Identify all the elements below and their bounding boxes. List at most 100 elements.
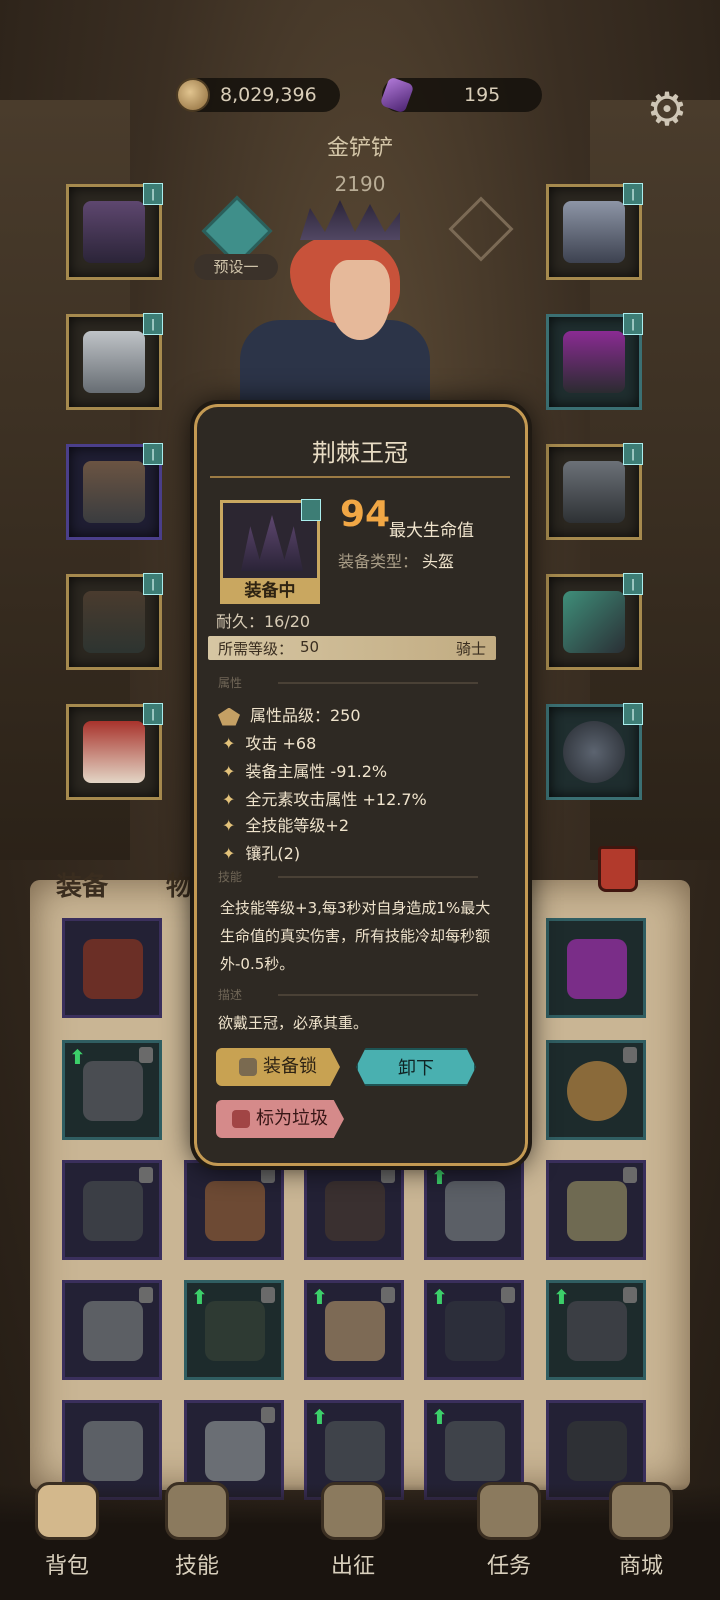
main-stat-label: 最大生命值 (389, 521, 474, 541)
expedition-icon (321, 1482, 385, 1540)
player-name: 金铲铲 (326, 136, 393, 161)
inventory-slot[interactable] (304, 1160, 404, 1260)
inventory-slot[interactable] (62, 918, 162, 1018)
main-stat-value: 94 (340, 494, 391, 535)
helmet-icon (567, 1421, 627, 1481)
inventory-slot[interactable]: ⬆ (546, 1280, 646, 1380)
equip-slot-gloves[interactable]: ǀ (66, 443, 163, 540)
armor-icon (205, 1301, 265, 1361)
glove-icon (205, 1181, 265, 1241)
inventory-slot[interactable] (546, 1040, 646, 1140)
skills-icon (165, 1482, 229, 1540)
item-title: 荆棘王冠 (210, 428, 510, 478)
hero-character (230, 200, 430, 420)
glove-icon (83, 461, 145, 523)
settings-gear-icon[interactable]: ⚙ (642, 84, 692, 134)
ring-icon (563, 461, 625, 523)
helmet-icon (567, 1181, 627, 1241)
armor-icon (445, 1301, 505, 1361)
crown-icon (300, 200, 400, 240)
inventory-slot[interactable] (184, 1160, 284, 1260)
amulet-icon (563, 201, 625, 263)
inventory-slot[interactable] (62, 1160, 162, 1260)
lock-icon (261, 1167, 275, 1183)
unequip-button[interactable]: 卸下 (356, 1048, 476, 1086)
equip-slot-shield[interactable]: ǀ (546, 703, 643, 800)
lock-icon (381, 1287, 395, 1303)
gem-amount: 195 (464, 84, 501, 106)
cloak-icon (563, 331, 625, 393)
inventory-slot[interactable]: ⬆ (184, 1280, 284, 1380)
inventory-slot[interactable] (62, 1280, 162, 1380)
inventory-slot[interactable]: ⬆ (424, 1280, 524, 1380)
lock-icon (381, 1167, 395, 1183)
ring-icon (83, 1061, 143, 1121)
equip-slot-ring[interactable]: ǀ (546, 443, 643, 540)
lock-icon (239, 1058, 257, 1076)
equip-slot-boots[interactable]: ǀ (66, 703, 163, 800)
inventory-slot[interactable]: ⬆ (424, 1160, 524, 1260)
nav-shop[interactable]: 商城 (586, 1482, 696, 1580)
equip-type-value: 头盔 (422, 552, 455, 571)
equipped-tag: 装备中 (220, 578, 320, 604)
equip-slot-amulet[interactable]: ǀ (546, 183, 643, 280)
crown-icon (83, 201, 145, 263)
spear-icon (325, 1181, 385, 1241)
lock-icon (623, 1167, 637, 1183)
lock-icon (139, 1167, 153, 1183)
gauntlet-icon (83, 1181, 143, 1241)
slot-badge: ǀ (623, 443, 643, 465)
nav-label: 商城 (618, 1554, 663, 1579)
inventory-slot[interactable] (546, 1160, 646, 1260)
flavor-text: 欲戴王冠，必承其重。 (218, 1014, 369, 1032)
skirt-icon (83, 939, 143, 999)
required-class: 骑士 (456, 640, 487, 658)
slot-badge: ǀ (623, 313, 643, 335)
nav-quests[interactable]: 任务 (454, 1482, 564, 1580)
amulet-icon (567, 1301, 627, 1361)
sword-icon (563, 591, 625, 653)
star-icon: ✦ (222, 816, 236, 835)
section-skill: 技能 (218, 868, 494, 886)
amulet-icon (445, 1181, 505, 1241)
attribute-row: ✦ 全元素攻击属性 +12.7% (222, 790, 427, 809)
boots-icon (83, 721, 145, 783)
equip-slot-helmet[interactable]: ǀ (66, 183, 163, 280)
nav-expedition[interactable]: 出征 (298, 1482, 408, 1580)
inventory-slot[interactable] (546, 918, 646, 1018)
attribute-row: ✦ 全技能等级+2 (222, 816, 349, 835)
trash-icon[interactable] (598, 846, 638, 892)
slot-badge: ǀ (623, 573, 643, 595)
required-level-value: 50 (300, 638, 320, 656)
star-icon: ✦ (222, 790, 236, 809)
nav-backpack[interactable]: 背包 (12, 1482, 122, 1580)
gem-counter[interactable]: 195 (379, 76, 542, 114)
equip-slot-weapon[interactable]: ǀ (546, 573, 643, 670)
grade-icon (218, 707, 240, 726)
gauntlet-icon (445, 1421, 505, 1481)
attribute-row: ✦ 攻击 +68 (222, 734, 317, 753)
equip-slot-cloak[interactable]: ǀ (546, 313, 643, 410)
coin-icon (176, 78, 210, 112)
slot-badge: ǀ (623, 703, 643, 725)
gauntlet-icon (325, 1421, 385, 1481)
pants-icon (83, 591, 145, 653)
inventory-slot[interactable]: ⬆ (62, 1040, 162, 1140)
tab-equipment[interactable]: 装备 (56, 866, 108, 903)
nav-skills[interactable]: 技能 (142, 1482, 252, 1580)
equip-slot-legs[interactable]: ǀ (66, 573, 163, 670)
inventory-slot[interactable]: ⬆ (304, 1280, 404, 1380)
lock-icon (261, 1407, 275, 1423)
cloak-icon (567, 939, 627, 999)
section-attributes: 属性 (218, 674, 494, 692)
mark-as-junk-button[interactable]: 标为垃圾 (216, 1100, 344, 1138)
slot-badge: ǀ (143, 573, 163, 595)
lock-icon (623, 1047, 637, 1063)
lock-icon (139, 1287, 153, 1303)
nav-label: 任务 (486, 1554, 531, 1579)
equipment-lock-button[interactable]: 装备锁 (216, 1048, 340, 1086)
dagger-icon (325, 1301, 385, 1361)
equip-slot-armor[interactable]: ǀ (66, 313, 163, 410)
gold-counter[interactable]: 8,029,396 (176, 78, 340, 112)
ring-icon (567, 1061, 627, 1121)
